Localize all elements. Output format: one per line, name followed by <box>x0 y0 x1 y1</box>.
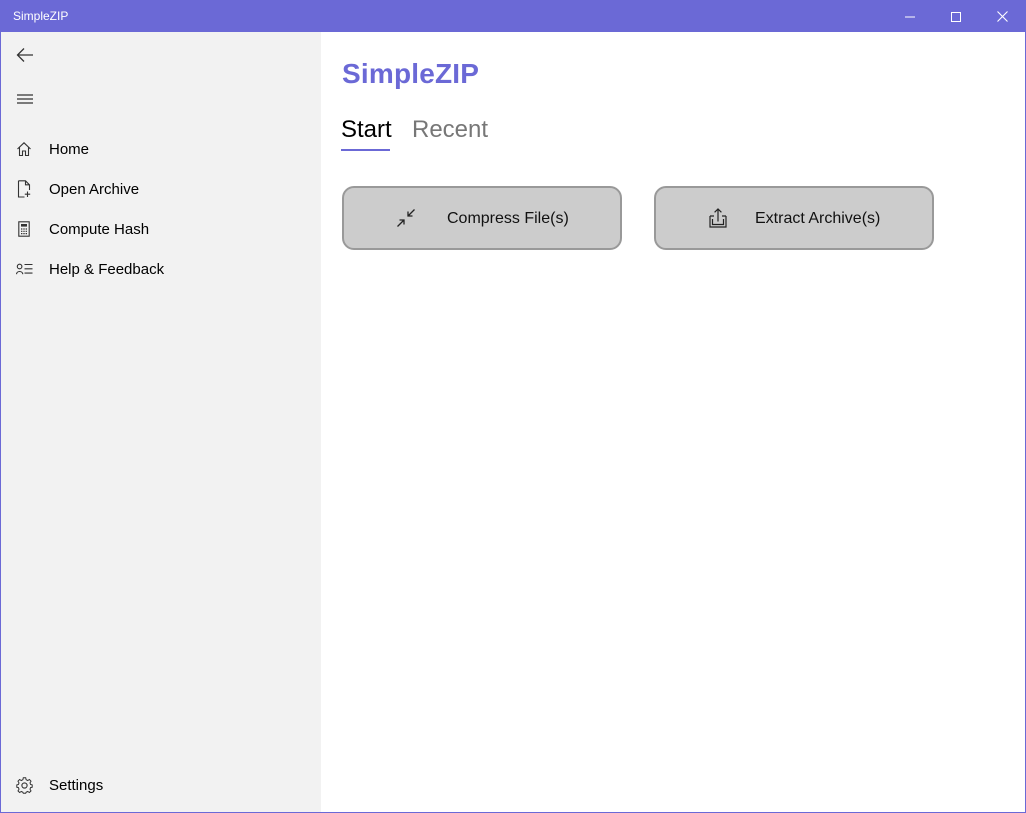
sidebar-item-home[interactable]: Home <box>1 129 321 169</box>
navigation-pane: Home Open Archive Compute Hash Help & Fe… <box>1 32 321 812</box>
home-icon <box>1 129 49 169</box>
maximize-button[interactable] <box>933 1 979 32</box>
sidebar-item-open-archive[interactable]: Open Archive <box>1 169 321 209</box>
sidebar-item-label: Settings <box>49 776 104 794</box>
close-button[interactable] <box>979 1 1025 32</box>
back-arrow-icon <box>16 48 33 62</box>
compress-arrows-icon <box>394 206 418 230</box>
sidebar-item-label: Open Archive <box>49 180 140 198</box>
contact-list-icon <box>1 249 49 289</box>
extract-archives-button[interactable]: Extract Archive(s) <box>654 186 934 250</box>
compress-files-button[interactable]: Compress File(s) <box>342 186 622 250</box>
main-content: SimpleZIP Start Recent Compress File(s) … <box>321 32 1025 812</box>
calculator-icon <box>1 209 49 249</box>
document-add-icon <box>1 169 49 209</box>
back-button[interactable] <box>1 33 49 77</box>
sidebar-item-settings[interactable]: Settings <box>1 765 321 805</box>
sidebar-item-compute-hash[interactable]: Compute Hash <box>1 209 321 249</box>
page-title: SimpleZIP <box>342 58 480 89</box>
minimize-icon <box>905 16 915 17</box>
sidebar-item-label: Help & Feedback <box>49 260 165 278</box>
hamburger-menu-icon <box>17 94 33 104</box>
compress-files-label: Compress File(s) <box>447 210 569 227</box>
title-bar: SimpleZIP <box>1 1 1025 32</box>
window-title: SimpleZIP <box>13 9 69 23</box>
extract-box-icon <box>706 206 730 230</box>
hamburger-menu-button[interactable] <box>1 77 49 121</box>
sidebar-item-help-feedback[interactable]: Help & Feedback <box>1 249 321 289</box>
app-window: SimpleZIP Home Open Archive Compute Hash… <box>0 0 1026 813</box>
maximize-icon <box>951 11 961 22</box>
sidebar-item-label: Compute Hash <box>49 220 150 238</box>
selected-tab-indicator <box>341 149 390 151</box>
tab-start[interactable]: Start <box>341 116 392 144</box>
minimize-button[interactable] <box>887 1 933 32</box>
sidebar-item-label: Home <box>49 140 90 158</box>
tab-recent[interactable]: Recent <box>412 116 488 144</box>
close-icon <box>996 11 1008 22</box>
extract-archives-label: Extract Archive(s) <box>755 210 881 227</box>
gear-icon <box>1 765 49 805</box>
